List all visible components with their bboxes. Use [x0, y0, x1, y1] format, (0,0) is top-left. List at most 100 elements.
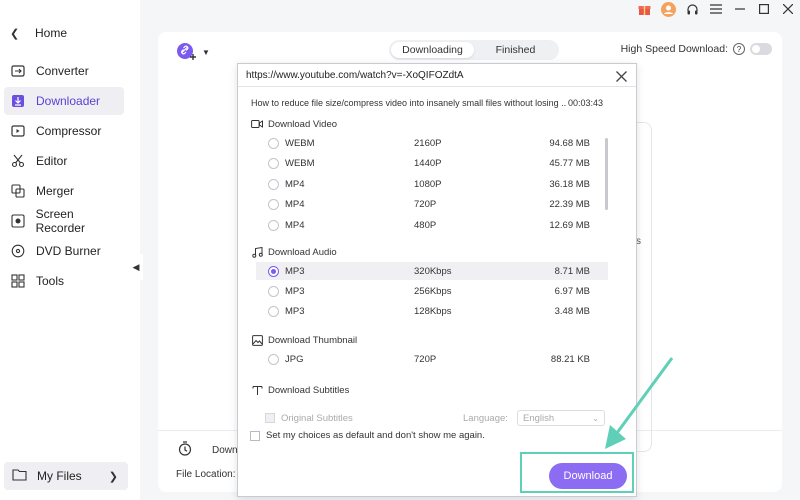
option-size: 94.68 MB	[549, 137, 590, 149]
radio-button[interactable]	[268, 178, 279, 190]
section-label: Download Subtitles	[268, 384, 350, 396]
sidebar-item-label: Editor	[36, 154, 68, 168]
radio-button[interactable]	[268, 305, 279, 317]
minimize-icon[interactable]	[728, 0, 752, 18]
headset-icon[interactable]	[680, 0, 704, 18]
text-icon	[251, 384, 263, 396]
sidebar-item-tools[interactable]: Tools	[4, 267, 124, 295]
option-format: MP3	[285, 305, 305, 317]
avatar[interactable]	[656, 0, 680, 18]
add-url-button[interactable]: ▼	[176, 40, 210, 65]
maximize-icon[interactable]	[752, 0, 776, 18]
option-format: MP3	[285, 285, 305, 297]
section-label: Download Audio	[268, 246, 337, 258]
option-format: MP4	[285, 198, 305, 210]
video-duration: 00:03:43	[567, 98, 603, 108]
merger-icon	[10, 183, 26, 199]
radio-button[interactable]	[268, 137, 279, 149]
option-format: MP4	[285, 219, 305, 231]
video-camera-icon	[251, 118, 263, 130]
editor-icon	[10, 153, 26, 169]
thumbnail-option[interactable]: JPG 720P 88.21 KB	[256, 350, 608, 368]
audio-option[interactable]: MP3 128Kbps 3.48 MB	[256, 302, 608, 320]
tab-downloading[interactable]: Downloading	[391, 42, 474, 58]
chevron-right-icon: ❯	[108, 470, 118, 483]
my-files-button[interactable]: My Files ❯	[4, 462, 128, 490]
sidebar-item-converter[interactable]: Converter	[4, 57, 124, 85]
sidebar: ❮ Home Converter Downloader Compressor E…	[0, 0, 140, 500]
video-option[interactable]: WEBM 2160P 94.68 MB	[256, 134, 608, 152]
gift-icon[interactable]	[632, 0, 656, 18]
option-size: 36.18 MB	[549, 178, 590, 190]
annotation-arrow	[605, 357, 674, 449]
timer-icon[interactable]	[178, 441, 192, 459]
chevron-down-icon[interactable]: ▼	[202, 48, 210, 57]
option-size: 45.77 MB	[549, 157, 590, 169]
audio-option[interactable]: MP3 256Kbps 6.97 MB	[256, 282, 608, 300]
option-size: 22.39 MB	[549, 198, 590, 210]
image-icon	[251, 334, 263, 346]
sidebar-item-label: Compressor	[36, 124, 102, 138]
sidebar-item-label: Merger	[36, 184, 75, 198]
video-option[interactable]: MP4 1080P 36.18 MB	[256, 175, 608, 193]
radio-button[interactable]	[268, 353, 279, 365]
audio-option[interactable]: MP3 320Kbps 8.71 MB	[256, 262, 608, 280]
scrollbar[interactable]	[605, 138, 608, 210]
sidebar-item-dvd-burner[interactable]: DVD Burner	[4, 237, 124, 265]
radio-button-selected[interactable]	[268, 265, 279, 277]
tab-finished[interactable]: Finished	[474, 42, 557, 58]
video-option[interactable]: WEBM 1440P 45.77 MB	[256, 154, 608, 172]
download-setting-label: Down	[212, 445, 238, 456]
option-size: 8.71 MB	[554, 265, 590, 277]
download-tabs: Downloading Finished	[389, 40, 559, 60]
sidebar-item-label: Converter	[36, 64, 89, 78]
folder-icon	[12, 468, 27, 484]
sidebar-collapse-button[interactable]: ◀	[129, 254, 143, 280]
section-download-thumbnail: Download Thumbnail	[251, 334, 357, 346]
tools-icon	[10, 273, 26, 289]
radio-button[interactable]	[268, 198, 279, 210]
menu-icon[interactable]	[704, 0, 728, 18]
close-window-icon[interactable]	[776, 0, 800, 18]
default-choice-checkbox[interactable]	[250, 430, 260, 441]
divider	[238, 86, 636, 87]
default-choice-row[interactable]: Set my choices as default and don't show…	[250, 430, 485, 441]
sidebar-item-label: DVD Burner	[36, 244, 101, 258]
video-option[interactable]: MP4 720P 22.39 MB	[256, 195, 608, 213]
radio-button[interactable]	[268, 285, 279, 297]
help-icon[interactable]: ?	[733, 43, 745, 55]
section-label: Download Thumbnail	[268, 334, 358, 346]
language-select[interactable]: English ⌄	[517, 410, 605, 426]
option-format: WEBM	[285, 157, 315, 169]
screen-recorder-icon	[10, 213, 26, 229]
converter-icon	[10, 63, 26, 79]
download-options-dialog: https://www.youtube.com/watch?v=-XoQIFOZ…	[237, 63, 637, 497]
compressor-icon	[10, 123, 26, 139]
chevron-down-icon: ⌄	[592, 413, 599, 423]
sidebar-item-editor[interactable]: Editor	[4, 147, 124, 175]
sidebar-item-merger[interactable]: Merger	[4, 177, 124, 205]
option-format: JPG	[285, 353, 304, 365]
file-location-label: File Location:	[176, 469, 236, 480]
radio-button[interactable]	[268, 157, 279, 169]
option-format: WEBM	[285, 137, 315, 149]
sidebar-item-label: Tools	[36, 274, 65, 288]
sidebar-item-screen-recorder[interactable]: Screen Recorder	[4, 207, 124, 235]
radio-button[interactable]	[268, 219, 279, 231]
option-bitrate: 128Kbps	[414, 305, 452, 317]
high-speed-toggle[interactable]	[750, 43, 772, 55]
link-add-icon	[176, 40, 198, 65]
chevron-left-icon: ❮	[10, 27, 20, 40]
video-option[interactable]: MP4 480P 12.69 MB	[256, 216, 608, 234]
home-link[interactable]: ❮ Home	[10, 25, 67, 41]
original-subtitles-checkbox[interactable]	[265, 413, 275, 423]
language-value: English	[523, 412, 555, 424]
download-button[interactable]: Download	[549, 463, 627, 489]
close-icon[interactable]	[612, 67, 630, 85]
home-label: Home	[35, 26, 68, 40]
sidebar-item-compressor[interactable]: Compressor	[4, 117, 124, 145]
subtitles-row: Original Subtitles Language: English ⌄	[265, 410, 610, 426]
sidebar-item-downloader[interactable]: Downloader	[4, 87, 124, 115]
option-resolution: 2160P	[414, 137, 442, 149]
option-bitrate: 320Kbps	[414, 265, 452, 277]
